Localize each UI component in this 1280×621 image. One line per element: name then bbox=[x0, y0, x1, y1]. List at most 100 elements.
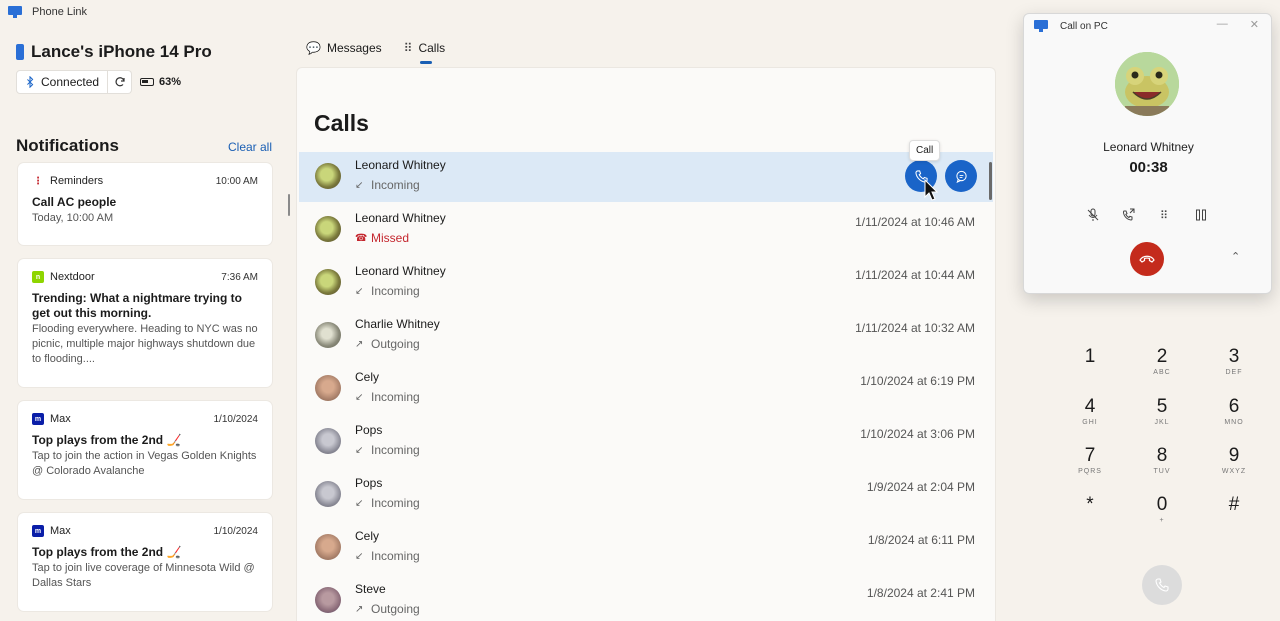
call-date: 1/11/2024 at 10:46 AM bbox=[855, 215, 975, 229]
notification-title: Top plays from the 2nd 🏒 bbox=[32, 545, 182, 559]
key-number: 8 bbox=[1156, 445, 1168, 466]
call-type: ↙ Incoming bbox=[355, 496, 420, 510]
chat-icon bbox=[955, 170, 967, 183]
call-type: ☎ Missed bbox=[355, 231, 409, 245]
call-row[interactable]: Cely ↙ Incoming 1/10/2024 at 6:19 PM bbox=[299, 364, 993, 414]
reminders-icon: ⋮ bbox=[33, 175, 43, 187]
avatar bbox=[315, 322, 341, 348]
call-type-label: Outgoing bbox=[371, 337, 420, 351]
max-icon: m bbox=[32, 525, 44, 537]
call-type-label: Incoming bbox=[371, 390, 420, 404]
notification-time: 7:36 AM bbox=[221, 271, 258, 283]
dialpad-key-0[interactable]: 0 + bbox=[1127, 494, 1197, 525]
avatar bbox=[315, 481, 341, 507]
call-row[interactable]: Pops ↙ Incoming 1/10/2024 at 3:06 PM bbox=[299, 417, 993, 467]
mic-off-icon bbox=[1087, 208, 1099, 221]
hold-button[interactable] bbox=[1193, 207, 1209, 223]
tab-calls[interactable]: ⠿ Calls bbox=[404, 38, 445, 64]
dialpad-key-1[interactable]: 1 bbox=[1055, 347, 1125, 369]
dialpad-key-4[interactable]: 4 GHI bbox=[1055, 397, 1125, 427]
notification-card[interactable]: m Max 1/10/2024 Top plays from the 2nd 🏒… bbox=[18, 401, 272, 499]
avatar bbox=[315, 428, 341, 454]
notification-app: Reminders bbox=[50, 175, 104, 187]
notification-card[interactable]: ⋮ Reminders 10:00 AM Call AC people Toda… bbox=[18, 163, 272, 245]
message-button[interactable] bbox=[945, 160, 977, 192]
keypad-button[interactable]: ⠿ bbox=[1156, 207, 1172, 223]
call-row[interactable]: Charlie Whitney ↗ Outgoing 1/11/2024 at 1… bbox=[299, 311, 993, 361]
call-name: Cely bbox=[355, 370, 380, 384]
call-name: Charlie Whitney bbox=[355, 317, 440, 331]
hang-up-icon bbox=[1139, 255, 1155, 263]
close-icon[interactable]: ✕ bbox=[1250, 18, 1259, 31]
incoming-call-icon: ↙ bbox=[355, 497, 364, 509]
calls-scrollbar[interactable] bbox=[989, 162, 992, 200]
dialpad-key-2[interactable]: 2 ABC bbox=[1127, 347, 1197, 377]
notifications-title: Notifications bbox=[16, 136, 119, 155]
call-type-label: Incoming bbox=[371, 549, 420, 563]
incoming-call-icon: ↙ bbox=[355, 285, 364, 297]
tab-messages[interactable]: 💬 Messages bbox=[306, 38, 382, 58]
call-type-label: Outgoing bbox=[371, 602, 420, 616]
call-type: ↙ Incoming bbox=[355, 443, 420, 457]
call-type-label: Missed bbox=[371, 231, 410, 245]
key-number: 0 bbox=[1156, 494, 1168, 515]
call-date: 1/8/2024 at 2:41 PM bbox=[866, 586, 975, 600]
dialpad-key-hash[interactable]: # bbox=[1199, 495, 1269, 517]
window-controls: — ✕ bbox=[1217, 18, 1259, 31]
notification-app: Max bbox=[50, 525, 71, 537]
notification-time: 1/10/2024 bbox=[213, 525, 259, 537]
notification-card[interactable]: m Max 1/10/2024 Top plays from the 2nd 🏒… bbox=[18, 513, 272, 611]
dial-call-button[interactable] bbox=[1142, 565, 1182, 605]
notification-body: Tap to join live coverage of Minnesota W… bbox=[32, 562, 255, 589]
dialpad-key-8[interactable]: 8 TUV bbox=[1127, 445, 1197, 476]
connection-status[interactable]: Connected bbox=[16, 70, 109, 94]
call-type: ↙ Incoming bbox=[355, 284, 420, 298]
key-number: # bbox=[1228, 494, 1240, 515]
device-header: Lance's iPhone 14 Pro bbox=[16, 42, 212, 62]
call-row[interactable]: Steve ↗ Outgoing 1/8/2024 at 2:41 PM bbox=[299, 576, 993, 621]
call-type: ↙ Incoming bbox=[355, 549, 420, 563]
connection-label: Connected bbox=[41, 75, 100, 89]
call-row[interactable]: Cely ↙ Incoming 1/8/2024 at 6:11 PM bbox=[299, 523, 993, 573]
transfer-button[interactable] bbox=[1120, 207, 1136, 223]
key-letters: + bbox=[1159, 517, 1165, 524]
clear-all-link[interactable]: Clear all bbox=[228, 140, 272, 154]
call-date: 1/9/2024 at 2:04 PM bbox=[866, 480, 975, 494]
dialpad-key-star[interactable]: * bbox=[1055, 495, 1125, 517]
key-number: 1 bbox=[1084, 346, 1096, 367]
dialpad-key-5[interactable]: 5 JKL bbox=[1127, 397, 1197, 427]
caller-name: Leonard Whitney bbox=[1103, 140, 1194, 154]
minimize-icon[interactable]: — bbox=[1217, 18, 1228, 31]
call-window-title: Call on PC bbox=[1060, 20, 1108, 32]
key-letters: JKL bbox=[1154, 419, 1170, 426]
key-number: 6 bbox=[1228, 396, 1240, 417]
sync-button[interactable] bbox=[108, 70, 133, 94]
call-date: 1/10/2024 at 6:19 PM bbox=[860, 374, 975, 388]
end-call-button[interactable] bbox=[1130, 242, 1164, 276]
call-type-label: Incoming bbox=[371, 443, 420, 457]
dialpad-key-6[interactable]: 6 MNO bbox=[1199, 396, 1269, 427]
calls-panel: Calls Leonard Whitney ↙ Incoming Leonard … bbox=[296, 67, 996, 621]
notification-body: Tap to join the action in Vegas Golden K… bbox=[32, 450, 257, 477]
tab-label: Messages bbox=[326, 41, 382, 55]
key-number: 9 bbox=[1228, 445, 1240, 466]
chevron-up-icon[interactable]: ⌃ bbox=[1231, 250, 1240, 263]
dialpad-key-7[interactable]: 7 PQRS bbox=[1055, 445, 1125, 476]
left-pane: Lance's iPhone 14 Pro Connected 63% Noti… bbox=[0, 24, 290, 621]
call-row[interactable]: Leonard Whitney ↙ Incoming 1/11/2024 at 1… bbox=[299, 258, 993, 308]
key-number: 7 bbox=[1084, 445, 1096, 466]
call-type: ↗ Outgoing bbox=[355, 602, 420, 616]
dialpad-key-9[interactable]: 9 WXYZ bbox=[1199, 445, 1269, 476]
notifications-scrollbar[interactable] bbox=[288, 194, 290, 216]
call-duration: 00:38 bbox=[1129, 159, 1168, 176]
notification-card[interactable]: n Nextdoor 7:36 AM Trending: What a nigh… bbox=[18, 259, 272, 387]
notification-app: Max bbox=[50, 413, 71, 425]
call-row[interactable]: Leonard Whitney ☎ Missed 1/11/2024 at 10:… bbox=[299, 205, 993, 255]
call-row[interactable]: Pops ↙ Incoming 1/9/2024 at 2:04 PM bbox=[299, 470, 993, 520]
notification-title: Trending: What a nightmare trying to get… bbox=[32, 291, 242, 320]
dialpad-key-3[interactable]: 3 DEF bbox=[1199, 347, 1269, 377]
phone-link-app-icon bbox=[8, 6, 22, 18]
mute-button[interactable] bbox=[1085, 207, 1101, 223]
missed-call-icon: ☎ bbox=[355, 232, 368, 244]
call-row[interactable]: Leonard Whitney ↙ Incoming bbox=[299, 152, 993, 202]
